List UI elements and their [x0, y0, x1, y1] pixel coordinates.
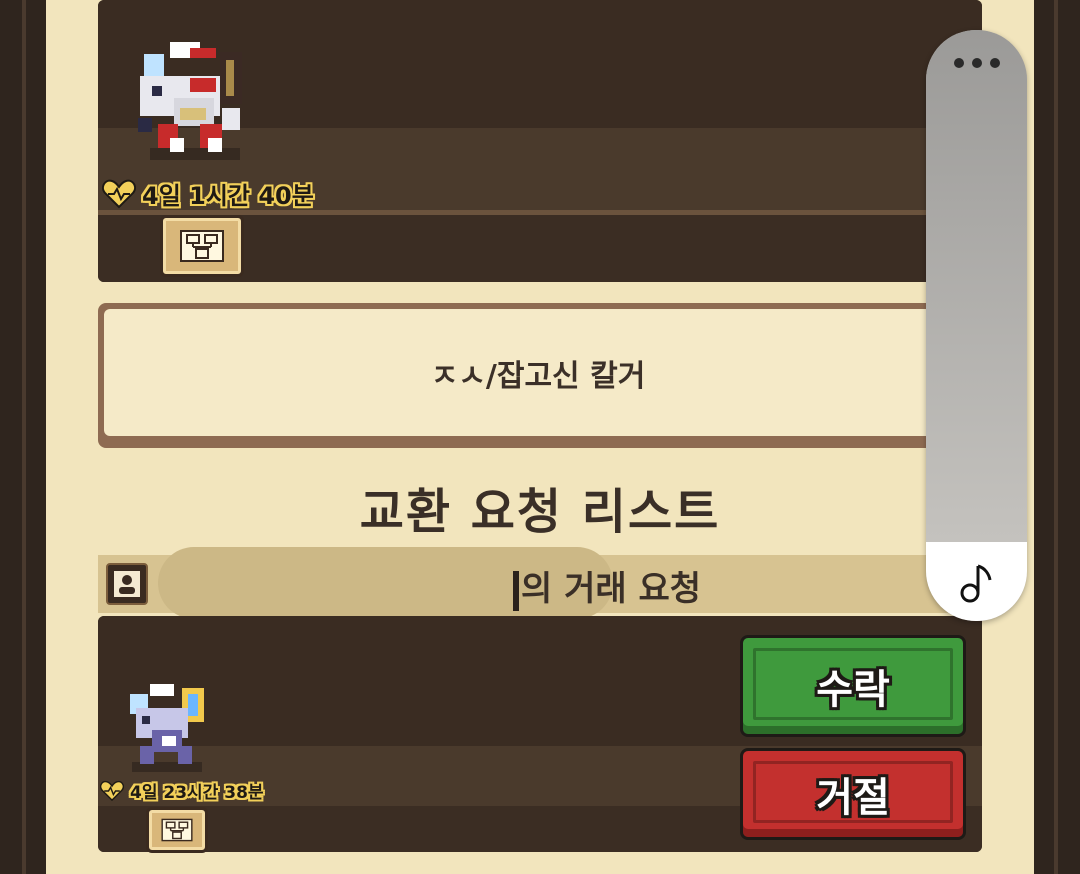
- frame-right: [1034, 0, 1080, 874]
- pet-timer-text: 4일 23시간 38분: [130, 783, 264, 803]
- accept-label: 수락: [816, 667, 890, 713]
- pet-sprite-top: [138, 42, 242, 160]
- family-tree-icon: [180, 230, 224, 262]
- family-tree-icon: [161, 818, 193, 842]
- trade-request-list-title: 교환 요청 리스트: [359, 484, 721, 540]
- user-avatar-icon[interactable]: [106, 563, 148, 605]
- heart-pulse-icon: [100, 780, 124, 801]
- pet-sprite-request: [130, 684, 204, 772]
- pet-timer-top: 4일 1시간 40분: [102, 176, 314, 211]
- recipient-name: ㅈㅅ/잡고신 칼거: [430, 358, 646, 394]
- family-tree-button-top[interactable]: [163, 218, 241, 274]
- recipient-name-box[interactable]: ㅈㅅ/잡고신 칼거: [98, 303, 978, 448]
- frame-left: [0, 0, 46, 874]
- trade-request-header: 의 거래 요청: [98, 547, 978, 619]
- trade-request-title: 의 거래 요청: [513, 561, 701, 611]
- reject-button[interactable]: 거절: [740, 748, 966, 840]
- more-dots-icon[interactable]: [926, 58, 1027, 68]
- heart-pulse-icon: [102, 179, 136, 208]
- music-note-icon: [960, 564, 991, 602]
- accept-button[interactable]: 수락: [740, 635, 966, 737]
- text-cursor: [513, 570, 519, 611]
- floating-side-widget[interactable]: [926, 30, 1027, 621]
- pet-timer-request: 4일 23시간 38분: [100, 778, 264, 803]
- music-button[interactable]: [926, 542, 1027, 621]
- reject-label: 거절: [816, 775, 890, 821]
- pet-timer-text: 4일 1시간 40분: [142, 182, 314, 210]
- family-tree-button-request[interactable]: [149, 810, 205, 850]
